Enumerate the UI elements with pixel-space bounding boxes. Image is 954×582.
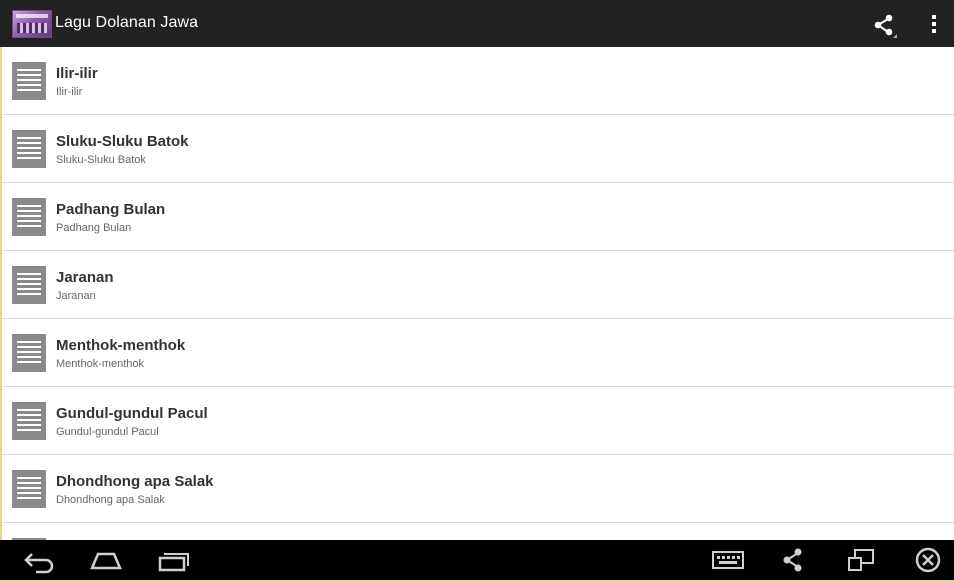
song-subtitle: Jaranan [56, 290, 96, 302]
list-item[interactable]: Menthok-menthok Menthok-menthok [2, 319, 954, 387]
share-icon[interactable] [872, 13, 898, 39]
song-title: Ilir-ilir [56, 65, 98, 82]
app-icon[interactable] [12, 10, 52, 38]
song-title: Sluku-Sluku Batok [56, 133, 189, 150]
song-subtitle: Menthok-menthok [56, 358, 145, 370]
app-title: Lagu Dolanan Jawa [55, 14, 199, 31]
song-title: Dhondhong apa Salak [56, 473, 214, 490]
song-title: Gundul-gundul Pacul [56, 405, 208, 422]
song-list: Ilir-ilir Ilir-ilir Sluku-Sluku Batok Sl… [2, 47, 954, 540]
song-title: Padhang Bulan [56, 201, 166, 218]
document-icon [12, 470, 46, 508]
share-icon[interactable] [780, 546, 806, 574]
home-icon[interactable] [88, 546, 124, 574]
action-bar: Lagu Dolanan Jawa [0, 0, 954, 47]
list-item[interactable]: Ilir-ilir Ilir-ilir [2, 47, 954, 115]
document-icon [12, 198, 46, 236]
document-icon [12, 130, 46, 168]
song-subtitle: Sluku-Sluku Batok [56, 154, 146, 166]
document-icon [12, 62, 46, 100]
list-item[interactable] [2, 523, 954, 540]
document-icon [12, 266, 46, 304]
screen-mode-icon[interactable] [846, 546, 876, 574]
system-navigation-bar [0, 540, 954, 580]
recent-apps-icon[interactable] [156, 546, 190, 574]
song-title: Menthok-menthok [56, 337, 186, 354]
list-item[interactable]: Jaranan Jaranan [2, 251, 954, 319]
song-subtitle: Dhondhong apa Salak [56, 494, 165, 506]
song-subtitle: Padhang Bulan [56, 222, 132, 234]
close-icon[interactable] [913, 546, 943, 574]
song-subtitle: Gundul-gundul Pacul [56, 426, 159, 438]
list-item[interactable]: Sluku-Sluku Batok Sluku-Sluku Batok [2, 115, 954, 183]
keyboard-icon[interactable] [711, 546, 745, 574]
song-title: Jaranan [56, 269, 114, 286]
song-subtitle: Ilir-ilir [56, 86, 83, 98]
list-item[interactable]: Padhang Bulan Padhang Bulan [2, 183, 954, 251]
back-icon[interactable] [22, 546, 56, 574]
overflow-menu-icon[interactable] [926, 13, 942, 35]
list-item[interactable]: Gundul-gundul Pacul Gundul-gundul Pacul [2, 387, 954, 455]
list-item[interactable]: Dhondhong apa Salak Dhondhong apa Salak [2, 455, 954, 523]
document-icon [12, 334, 46, 372]
document-icon [12, 402, 46, 440]
